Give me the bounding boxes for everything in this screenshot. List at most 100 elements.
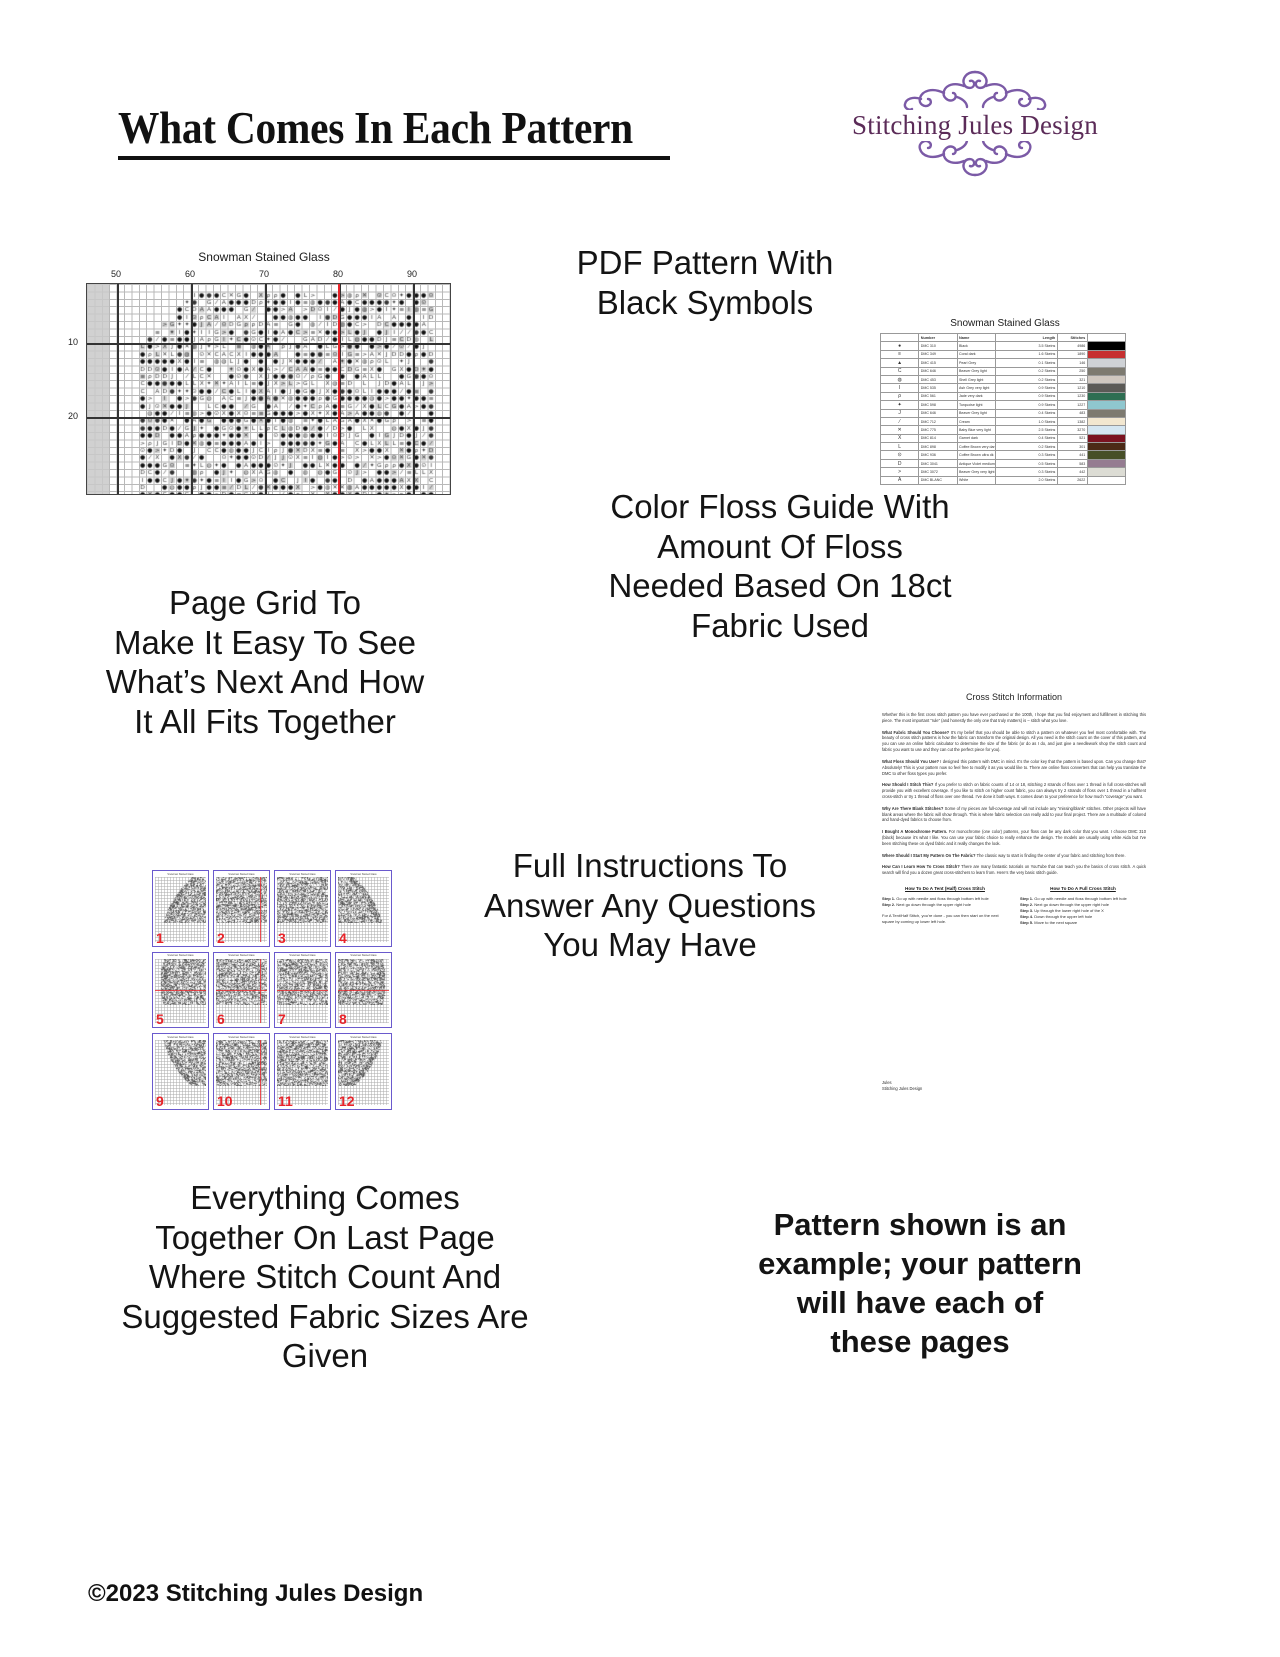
floss-col-header bbox=[879, 332, 920, 343]
floss-table-row: ● DMC 310 Black 3.5 Skeins 4986 bbox=[879, 341, 1127, 351]
floss-stitches: 4986 bbox=[1056, 341, 1088, 351]
floss-name: Beaver Grey light bbox=[956, 408, 996, 418]
floss-stitches: 441 bbox=[1056, 450, 1088, 460]
page-thumb-number: 7 bbox=[278, 1011, 286, 1028]
floss-name: Coffee Brown very dark bbox=[956, 442, 996, 452]
instructions-paragraph-lead: I Bought A Monochrome Pattern. bbox=[882, 829, 948, 835]
instructions-paragraph: How Should I Stitch This? If you prefer … bbox=[882, 782, 1146, 799]
floss-symbol: C bbox=[879, 366, 920, 376]
instructions-title: Cross Stitch Information bbox=[965, 692, 1063, 702]
page-thumb-title: Snowman Stained Glass bbox=[350, 1035, 377, 1039]
page-thumb-number: 6 bbox=[217, 1011, 225, 1028]
floss-symbol: ⊙ bbox=[879, 450, 920, 460]
floss-length: 0.1 Skeins bbox=[994, 358, 1058, 368]
floss-col-header: Stitches bbox=[1056, 332, 1088, 343]
page-thumb-number: 2 bbox=[217, 929, 225, 946]
chart-center-marker-icon bbox=[334, 283, 344, 284]
floss-number: DMC 453 bbox=[918, 374, 958, 385]
copy-page-grid: Page Grid To Make It Easy To See What’s … bbox=[105, 584, 425, 740]
page-thumb-title: Snowman Stained Glass bbox=[228, 954, 255, 958]
stitch-guide-step-label: Step 3. bbox=[1020, 908, 1034, 914]
page-thumb-number: 5 bbox=[156, 1011, 164, 1028]
stitch-guide-step-label: Step 1. bbox=[1020, 896, 1034, 902]
floss-table-row: ◍ DMC 453 Shell Grey light 0.2 Skeins 321 bbox=[879, 374, 1127, 385]
page-grid-thumbnail: Snowman Stained Glass 8 bbox=[335, 951, 392, 1029]
chart-row-label: 20 bbox=[67, 411, 78, 421]
stitch-guide-heading: How To Do A Tent (Half) Cross Stitch bbox=[905, 886, 985, 892]
page-thumb-title: Snowman Stained Glass bbox=[228, 1035, 255, 1039]
floss-length: 1.6 Skeins bbox=[994, 349, 1058, 360]
floss-color-swatch bbox=[1086, 467, 1127, 477]
floss-guide-thumbnail: Snowman Stained Glass Number Name Length St… bbox=[879, 318, 1130, 486]
floss-color-swatch bbox=[1086, 450, 1127, 460]
floss-name: Antique Violet medium bbox=[956, 458, 996, 469]
floss-length: 0.2 Skeins bbox=[994, 374, 1058, 385]
instructions-page-preview: Cross Stitch Information Whether this is… bbox=[868, 688, 1160, 1100]
floss-number: DMC 3041 bbox=[918, 458, 958, 469]
page-grid-thumbnail: Snowman Stained Glass 7 bbox=[274, 951, 331, 1029]
instructions-paragraph-lead: How Should I Stitch This? bbox=[882, 782, 934, 788]
floss-color-swatch bbox=[1086, 442, 1127, 452]
floss-color-swatch bbox=[1086, 349, 1127, 360]
floss-name: Baby Blue very light bbox=[956, 425, 996, 435]
floss-stitches: 521 bbox=[1056, 433, 1088, 444]
page-grid-thumbnail: Snowman Stained Glass 9 bbox=[152, 1033, 209, 1110]
floss-name: Shell Grey light bbox=[956, 374, 996, 385]
stitch-guide-step-label: Step 5. bbox=[1020, 920, 1034, 926]
floss-color-swatch bbox=[1086, 366, 1127, 376]
copy-last-page: Everything Comes Together On Last Page W… bbox=[121, 1179, 529, 1375]
floss-number: DMC 814 bbox=[918, 433, 958, 444]
chart-stitch-grid bbox=[86, 283, 451, 495]
floss-table-row: ≡ DMC 349 Coral dark 1.6 Skeins 1890 bbox=[879, 349, 1127, 360]
floss-name: Jade very dark bbox=[956, 391, 996, 402]
floss-stitches: 250 bbox=[1056, 366, 1088, 376]
chart-col-label: 50 bbox=[110, 269, 122, 279]
floss-name: Coral dark bbox=[956, 349, 996, 360]
floss-color-swatch bbox=[1086, 475, 1127, 486]
page-thumb-center-line-v bbox=[260, 1040, 261, 1105]
stitch-guide-step: Step 5. Move to the next square bbox=[1020, 920, 1078, 926]
floss-number: DMC 775 bbox=[918, 425, 958, 435]
floss-stitches: 301 bbox=[1056, 442, 1088, 452]
stitch-guide-note: For A Tent/Half Stitch, you’re done - yo… bbox=[882, 913, 999, 924]
page-grid-thumbnail: Snowman Stained Glass 6 bbox=[213, 951, 270, 1029]
instructions-paragraph: Where Should I Start My Pattern On The F… bbox=[882, 852, 1126, 858]
floss-symbol: ● bbox=[879, 341, 920, 351]
stitch-guide-step: Step 2. Next go down through the upper r… bbox=[882, 902, 971, 908]
floss-stitches: 583 bbox=[1056, 458, 1088, 469]
floss-symbol: L bbox=[879, 442, 920, 452]
floss-color-swatch bbox=[1086, 374, 1127, 385]
page-thumb-number: 4 bbox=[339, 929, 347, 946]
flourish-bottom-icon bbox=[918, 141, 1032, 177]
page-thumb-center-line bbox=[338, 989, 389, 991]
floss-number: DMC 415 bbox=[918, 358, 958, 368]
copy-example-note: Pattern shown is an example; your patter… bbox=[758, 1207, 1082, 1360]
floss-length: 2.5 Skeins bbox=[994, 425, 1058, 435]
floss-color-swatch bbox=[1086, 400, 1127, 410]
page-grid-thumbnails: Snowman Stained Glass 1 Snowman Stained Gl… bbox=[152, 870, 392, 1110]
floss-table-row: L DMC 898 Coffee Brown very dark 0.2 Skeins… bbox=[879, 442, 1127, 452]
page-thumb-number: 1 bbox=[156, 929, 164, 946]
floss-name: Cream bbox=[956, 416, 996, 427]
instructions-paragraph-lead: Where Should I Start My Pattern On The F… bbox=[882, 852, 976, 858]
instructions-paragraph-lead: How Can I Learn How To Cross Stitch? bbox=[882, 864, 960, 870]
floss-stitches: 1227 bbox=[1056, 400, 1088, 410]
page-thumb-number: 12 bbox=[339, 1092, 355, 1109]
floss-table-row: ρ DMC 561 Jade very dark 0.9 Skeins 1230 bbox=[879, 391, 1127, 402]
page-thumb-title: Snowman Stained Glass bbox=[167, 1035, 194, 1039]
page-thumb-center-line-v bbox=[260, 958, 261, 1024]
floss-col-header-swatch bbox=[1086, 332, 1127, 343]
floss-name: Coffee Brown ultra dk bbox=[956, 450, 996, 460]
floss-length: 0.9 Skeins bbox=[994, 400, 1058, 410]
page-grid-thumbnail: Snowman Stained Glass 10 bbox=[213, 1033, 270, 1110]
floss-symbol: ρ bbox=[879, 391, 920, 402]
page-thumb-title: Snowman Stained Glass bbox=[228, 872, 255, 876]
floss-number: DMC 535 bbox=[918, 383, 958, 393]
page-thumb-title: Snowman Stained Glass bbox=[289, 1035, 316, 1039]
floss-length: 0.4 Skeins bbox=[994, 408, 1058, 418]
floss-length: 3.5 Skeins bbox=[994, 341, 1058, 351]
page-title: What Comes In Each Pattern bbox=[118, 103, 670, 161]
floss-name: White bbox=[956, 475, 996, 486]
copy-floss-guide: Color Floss Guide With Amount Of Floss N… bbox=[608, 488, 952, 644]
instructions-signature: Jules Stitching Jules Design bbox=[882, 1079, 923, 1091]
